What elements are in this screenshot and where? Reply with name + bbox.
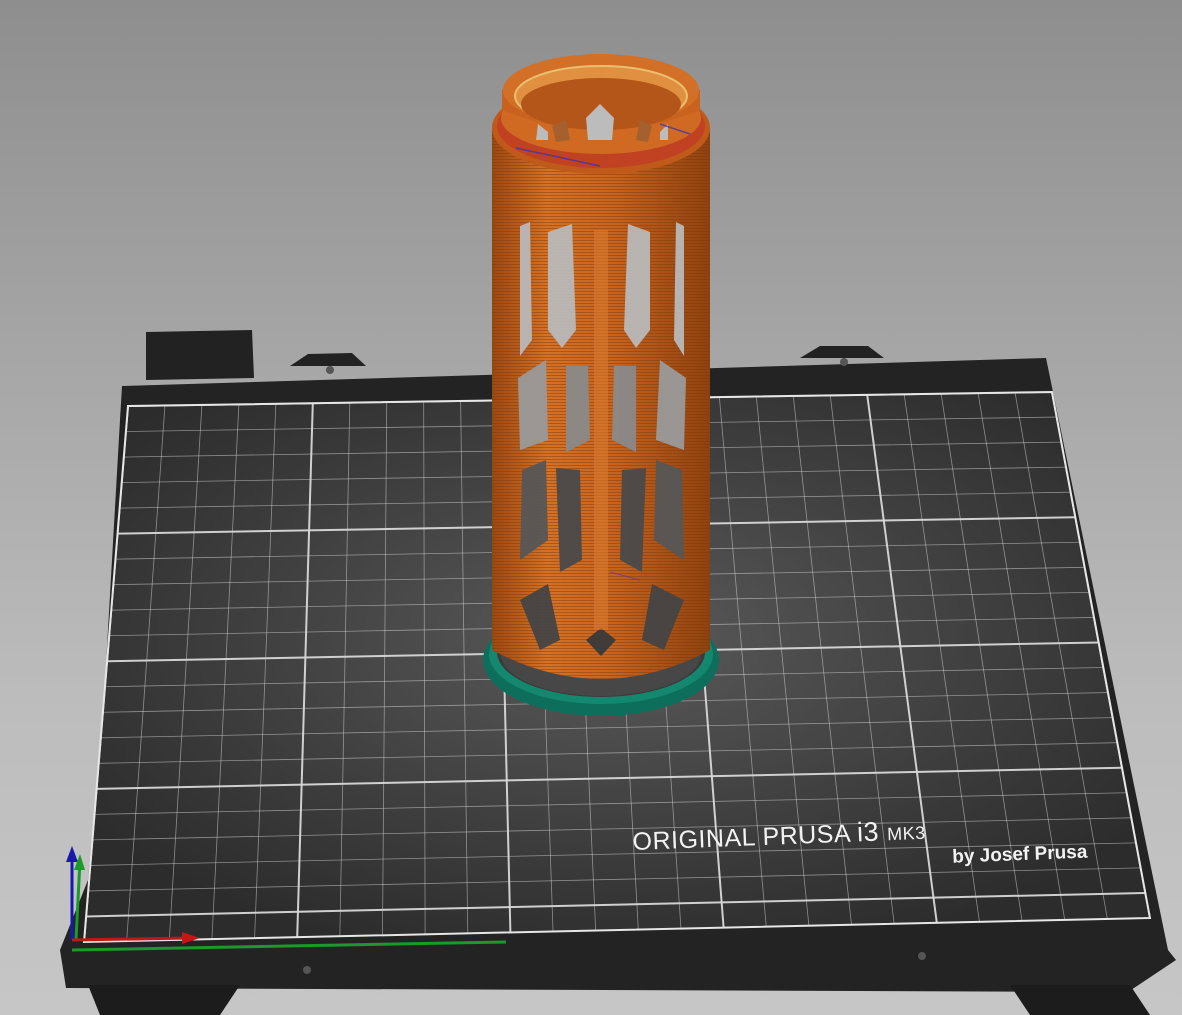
3d-viewport[interactable]: ORIGINAL PRUSA i3 MK3 by Josef Prusa [0,0,1182,1015]
scene-canvas[interactable] [0,0,1182,1015]
x-axis [71,936,191,942]
printed-object [492,54,710,679]
